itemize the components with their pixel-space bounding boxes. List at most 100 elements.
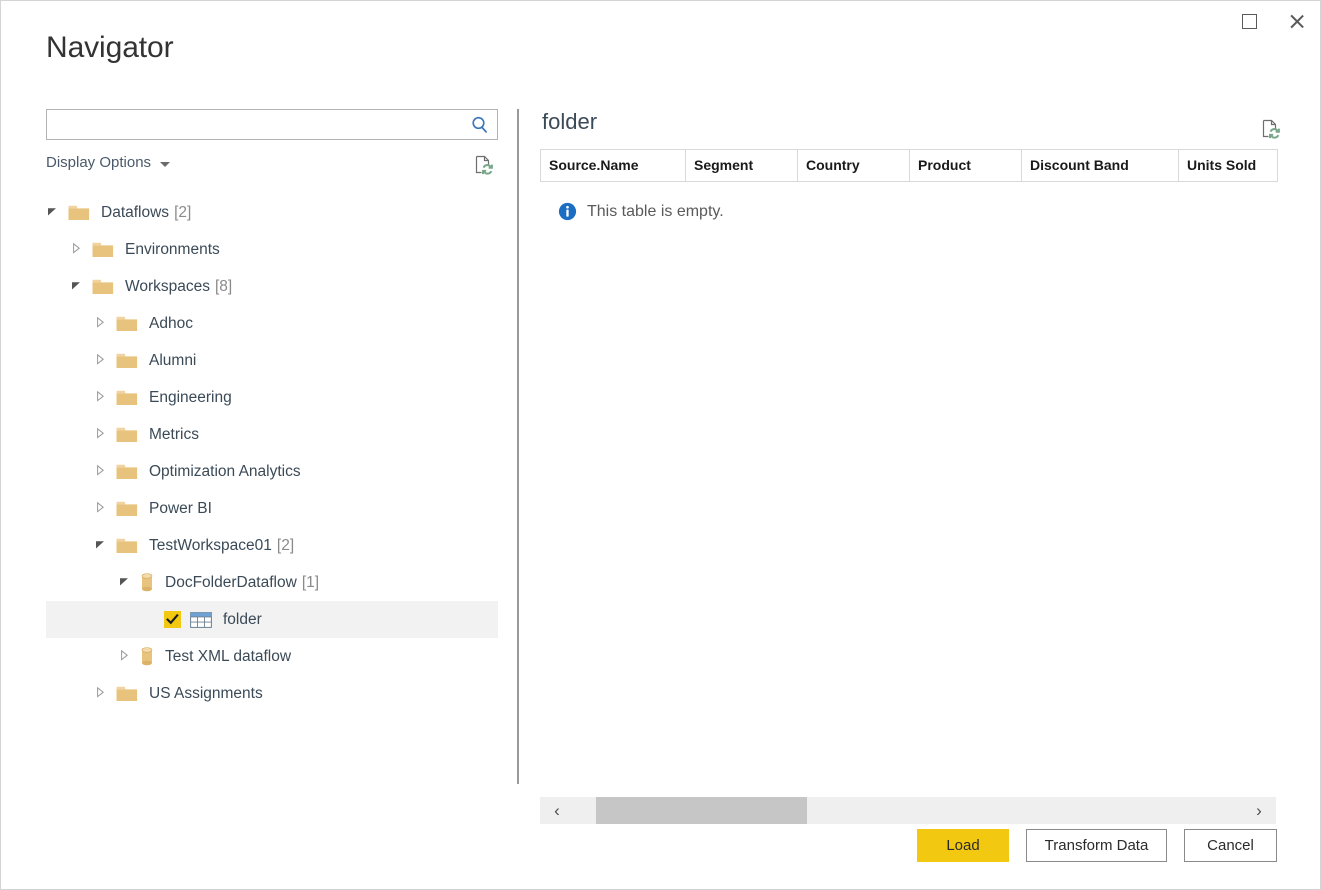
display-options-label: Display Options: [46, 154, 152, 171]
tree-item-metrics[interactable]: Metrics: [46, 416, 498, 453]
expand-triangle-icon[interactable]: [94, 353, 110, 369]
tree-item-test-xml-dataflow[interactable]: Test XML dataflow: [46, 638, 498, 675]
tree-item-label: Workspaces: [125, 277, 210, 295]
expand-triangle-icon[interactable]: [94, 501, 110, 517]
folder-icon: [92, 278, 114, 296]
tree-item-label: Environments: [125, 240, 220, 258]
display-options-row: Display Options: [46, 154, 498, 180]
tree-item-label: Optimization Analytics: [149, 462, 301, 480]
tree-item-label: Power BI: [149, 499, 212, 517]
cancel-button[interactable]: Cancel: [1184, 829, 1277, 862]
tree-item-label: US Assignments: [149, 684, 263, 702]
load-button[interactable]: Load: [917, 829, 1009, 862]
item-checkbox[interactable]: [164, 611, 181, 628]
scroll-right-arrow[interactable]: ›: [1242, 797, 1276, 824]
refresh-page-icon[interactable]: [1258, 117, 1282, 141]
horizontal-scrollbar[interactable]: ‹ ›: [540, 797, 1276, 824]
folder-icon: [116, 500, 138, 518]
tree-item-docfolderdataflow[interactable]: DocFolderDataflow [1]: [46, 564, 498, 601]
tree-item-count: [8]: [215, 277, 233, 295]
tree-item-label: Test XML dataflow: [165, 647, 292, 665]
tree-item-count: [2]: [174, 203, 192, 221]
empty-table-message: This table is empty.: [558, 202, 1276, 221]
tree-item-folder[interactable]: folder: [46, 601, 498, 638]
collapse-triangle-icon[interactable]: [46, 205, 62, 221]
tree-item-label: Engineering: [149, 388, 232, 406]
search-magnifier-icon[interactable]: [470, 115, 490, 135]
transform-data-button[interactable]: Transform Data: [1026, 829, 1167, 862]
folder-icon: [116, 315, 138, 333]
folder-icon: [116, 352, 138, 370]
pane-splitter[interactable]: [517, 109, 519, 784]
chevron-down-icon: [160, 161, 171, 167]
tree-item-count: [1]: [301, 573, 320, 591]
tree-item-us-assignments[interactable]: US Assignments: [46, 675, 498, 712]
scroll-left-arrow[interactable]: ‹: [540, 797, 574, 824]
column-header[interactable]: Discount Band: [1021, 149, 1179, 182]
empty-message-text: This table is empty.: [587, 202, 724, 220]
tree-item-label: DocFolderDataflow: [165, 573, 297, 591]
tree-item-label: Alumni: [149, 351, 197, 369]
expand-triangle-icon[interactable]: [94, 686, 110, 702]
column-header[interactable]: Segment: [685, 149, 798, 182]
right-pane: folder Source.Name Segment Country Product D: [540, 109, 1321, 824]
tree-item-count: [2]: [276, 536, 295, 554]
column-header[interactable]: Product: [909, 149, 1022, 182]
title-bar: [1, 1, 1321, 41]
collapse-triangle-icon[interactable]: [118, 575, 134, 591]
folder-icon: [116, 537, 138, 555]
folder-icon: [116, 389, 138, 407]
scrollbar-thumb[interactable]: [596, 797, 807, 824]
navigation-tree[interactable]: Dataflows [2] Environments Workspaces [8] Adh…: [46, 194, 498, 712]
expand-triangle-icon[interactable]: [94, 390, 110, 406]
tree-item-alumni[interactable]: Alumni: [46, 342, 498, 379]
tree-item-testworkspace01[interactable]: TestWorkspace01 [2]: [46, 527, 498, 564]
folder-icon: [116, 426, 138, 444]
tree-item-power-bi[interactable]: Power BI: [46, 490, 498, 527]
page-title: Navigator: [46, 31, 174, 64]
tree-item-workspaces[interactable]: Workspaces [8]: [46, 268, 498, 305]
tree-item-label: Dataflows: [101, 203, 170, 221]
column-header[interactable]: Units Sold: [1178, 149, 1278, 182]
tree-item-label: TestWorkspace01: [149, 536, 272, 554]
dataflow-cylinder-icon: [140, 573, 154, 592]
search-input[interactable]: [53, 111, 463, 138]
search-box[interactable]: [46, 109, 498, 140]
scrollbar-track[interactable]: [574, 797, 1242, 824]
expand-triangle-icon[interactable]: [70, 242, 86, 258]
table-icon: [190, 611, 212, 629]
expand-triangle-icon[interactable]: [94, 316, 110, 332]
tree-item-environments[interactable]: Environments: [46, 231, 498, 268]
expand-triangle-icon[interactable]: [118, 649, 134, 665]
column-header[interactable]: Source.Name: [540, 149, 686, 182]
close-x-icon: [1289, 13, 1306, 30]
tree-item-label: Adhoc: [149, 314, 193, 332]
tree-item-engineering[interactable]: Engineering: [46, 379, 498, 416]
maximize-button[interactable]: [1229, 5, 1269, 37]
expand-triangle-icon[interactable]: [94, 427, 110, 443]
tree-item-label: Metrics: [149, 425, 199, 443]
tree-item-adhoc[interactable]: Adhoc: [46, 305, 498, 342]
footer-actions: Load Transform Data Cancel: [1, 829, 1321, 867]
display-options-dropdown[interactable]: Display Options: [46, 154, 171, 171]
left-pane: Display Options Dataflows [2] Environments…: [46, 109, 498, 781]
preview-table: Source.Name Segment Country Product Discount…: [540, 149, 1278, 182]
collapse-triangle-icon[interactable]: [70, 279, 86, 295]
column-header[interactable]: Country: [797, 149, 910, 182]
table-header-row: Source.Name Segment Country Product Discount…: [540, 149, 1278, 182]
folder-icon: [116, 685, 138, 703]
expand-triangle-icon[interactable]: [94, 464, 110, 480]
tree-item-label: folder: [223, 610, 262, 628]
tree-item-dataflows[interactable]: Dataflows [2]: [46, 194, 498, 231]
folder-icon: [116, 463, 138, 481]
close-button[interactable]: [1277, 5, 1317, 37]
preview-title: folder: [542, 109, 598, 134]
folder-icon: [68, 204, 90, 222]
folder-icon: [92, 241, 114, 259]
refresh-page-icon[interactable]: [471, 153, 495, 177]
tree-item-optimization-analytics[interactable]: Optimization Analytics: [46, 453, 498, 490]
maximize-square-icon: [1241, 13, 1257, 29]
collapse-triangle-icon[interactable]: [94, 538, 110, 554]
info-circle-icon: [558, 202, 577, 221]
